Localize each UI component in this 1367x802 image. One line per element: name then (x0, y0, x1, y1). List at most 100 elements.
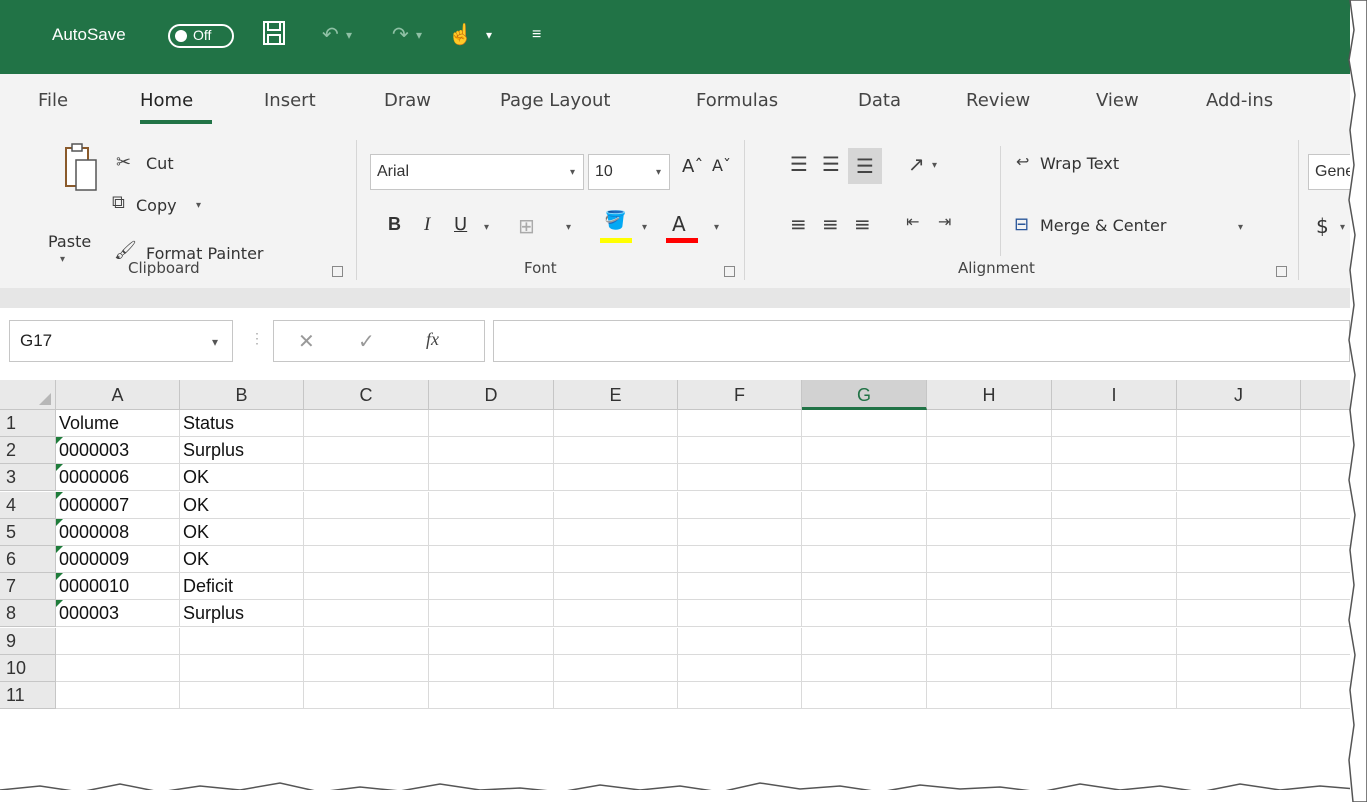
table-cell[interactable] (1052, 682, 1177, 709)
table-cell[interactable] (1052, 600, 1177, 628)
table-cell[interactable] (429, 627, 554, 655)
table-cell[interactable]: OK (180, 491, 304, 519)
font-color-icon[interactable]: A (672, 212, 686, 236)
alignment-launcher-icon[interactable] (1276, 266, 1287, 277)
align-left-icon[interactable]: ≡ (790, 212, 807, 236)
table-cell[interactable] (1177, 518, 1301, 546)
table-cell[interactable] (678, 464, 802, 492)
column-header-next[interactable] (1301, 380, 1350, 410)
align-right-icon[interactable]: ≡ (854, 212, 871, 236)
orientation-dropdown-icon[interactable]: ▾ (932, 160, 937, 171)
table-cell[interactable] (429, 464, 554, 492)
table-cell[interactable] (554, 654, 678, 682)
table-cell[interactable] (678, 654, 802, 682)
increase-indent-icon[interactable]: ⇥ (938, 212, 951, 231)
column-header-e[interactable]: E (554, 380, 678, 410)
row-header[interactable]: 5 (0, 518, 56, 546)
font-name-select[interactable]: Arial ▾ (370, 154, 584, 190)
table-cell[interactable] (802, 654, 927, 682)
redo-icon[interactable]: ↷ (392, 22, 409, 47)
table-cell[interactable] (1052, 573, 1177, 601)
table-cell[interactable] (429, 518, 554, 546)
table-cell[interactable] (304, 518, 429, 546)
table-cell[interactable] (1301, 655, 1350, 682)
formula-input[interactable] (493, 320, 1350, 362)
column-header-g[interactable]: G (802, 380, 927, 410)
borders-icon[interactable]: ⊞ (518, 214, 535, 238)
save-icon[interactable] (262, 20, 286, 52)
table-cell[interactable] (554, 682, 678, 709)
row-header[interactable]: 11 (0, 682, 56, 709)
align-middle-icon[interactable]: ☰ (822, 152, 840, 176)
table-cell[interactable]: 0000009 (56, 546, 180, 573)
table-cell[interactable]: 000003 (56, 600, 180, 628)
paste-button[interactable]: Paste (48, 232, 91, 251)
table-cell[interactable] (802, 410, 927, 437)
table-cell[interactable]: 0000006 (56, 464, 180, 492)
table-cell[interactable] (304, 654, 429, 682)
copy-button[interactable]: Copy (136, 196, 177, 215)
table-cell[interactable] (1301, 519, 1350, 546)
decrease-indent-icon[interactable]: ⇤ (906, 212, 919, 231)
tab-add-ins[interactable]: Add-ins (1206, 90, 1273, 111)
table-cell[interactable] (678, 546, 802, 573)
table-cell[interactable] (802, 464, 927, 492)
italic-button[interactable]: I (424, 214, 430, 236)
cancel-icon[interactable]: ✕ (298, 329, 315, 354)
table-cell[interactable] (1301, 628, 1350, 655)
table-cell[interactable] (554, 627, 678, 655)
table-cell[interactable]: OK (180, 518, 304, 546)
redo-dropdown-icon[interactable]: ▾ (416, 28, 422, 42)
table-cell[interactable] (678, 437, 802, 465)
undo-icon[interactable]: ↶ (322, 22, 339, 47)
table-cell[interactable] (678, 518, 802, 546)
table-cell[interactable] (304, 410, 429, 437)
table-cell[interactable]: 0000010 (56, 573, 180, 601)
table-cell[interactable] (304, 437, 429, 465)
row-header[interactable]: 6 (0, 546, 56, 573)
table-cell[interactable] (1052, 654, 1177, 682)
number-format-select[interactable]: Gener (1308, 154, 1350, 190)
font-launcher-icon[interactable] (724, 266, 735, 277)
table-cell[interactable] (927, 627, 1052, 655)
table-cell[interactable]: OK (180, 464, 304, 492)
table-cell[interactable] (56, 654, 180, 682)
table-cell[interactable] (554, 573, 678, 601)
table-cell[interactable] (927, 654, 1052, 682)
table-cell[interactable] (802, 546, 927, 573)
row-header[interactable]: 2 (0, 437, 56, 465)
table-cell[interactable]: Volume (56, 410, 180, 437)
row-header[interactable]: 8 (0, 600, 56, 628)
table-cell[interactable] (927, 464, 1052, 492)
table-cell[interactable] (554, 546, 678, 573)
table-cell[interactable] (180, 654, 304, 682)
table-cell[interactable] (1052, 518, 1177, 546)
row-header[interactable]: 1 (0, 410, 56, 437)
touch-mode-icon[interactable]: ☝ (448, 22, 473, 47)
table-cell[interactable] (56, 682, 180, 709)
table-cell[interactable] (429, 546, 554, 573)
table-cell[interactable] (802, 437, 927, 465)
table-cell[interactable] (304, 491, 429, 519)
merge-dropdown-icon[interactable]: ▾ (1238, 222, 1243, 233)
fill-color-icon[interactable]: 🪣 (604, 210, 626, 231)
table-cell[interactable] (429, 491, 554, 519)
font-color-dropdown-icon[interactable]: ▾ (714, 222, 719, 233)
font-size-select[interactable]: 10 ▾ (588, 154, 670, 190)
table-cell[interactable] (1052, 437, 1177, 465)
tab-formulas[interactable]: Formulas (696, 90, 778, 111)
table-cell[interactable] (927, 546, 1052, 573)
table-cell[interactable] (802, 682, 927, 709)
tab-view[interactable]: View (1096, 90, 1139, 111)
merge-center-button[interactable]: Merge & Center (1040, 216, 1166, 235)
table-cell[interactable]: Surplus (180, 600, 304, 628)
table-cell[interactable] (1177, 437, 1301, 465)
insert-function-icon[interactable]: fx (426, 329, 439, 350)
underline-dropdown-icon[interactable]: ▾ (484, 222, 489, 233)
table-cell[interactable] (678, 682, 802, 709)
table-cell[interactable] (1052, 627, 1177, 655)
enter-icon[interactable]: ✓ (358, 329, 375, 354)
tab-draw[interactable]: Draw (384, 90, 431, 111)
column-header-f[interactable]: F (678, 380, 802, 410)
column-header-b[interactable]: B (180, 380, 304, 410)
